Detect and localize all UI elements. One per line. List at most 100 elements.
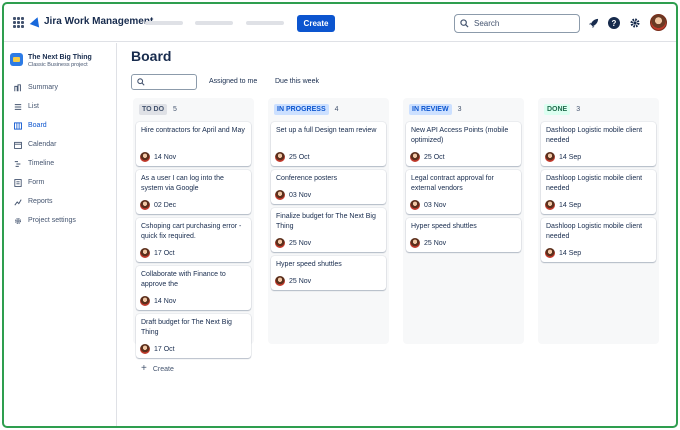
assignee-avatar[interactable] <box>410 238 420 248</box>
card-meta: 14 Sep <box>545 152 581 162</box>
board-icon <box>14 121 22 130</box>
issue-card[interactable]: Hire contractors for April and May 14 Nov <box>136 122 251 166</box>
filter-assigned-to-me[interactable]: Assigned to me <box>209 78 257 85</box>
assignee-avatar[interactable] <box>275 190 285 200</box>
issue-card[interactable]: Dashloop Logistic mobile client needed 14… <box>541 170 656 214</box>
due-date: 25 Nov <box>289 277 312 285</box>
sidebar-nav: Summary List Board Calendar Timeline Form Repo… <box>13 78 113 230</box>
sidebar-item-label: Form <box>28 179 45 186</box>
card-meta: 02 Dec <box>140 200 176 210</box>
card-title: Cshoping cart purchasing error - quick f… <box>141 223 242 240</box>
card-meta: 25 Oct <box>410 152 445 162</box>
apps-grid-icon[interactable] <box>13 17 24 28</box>
card-meta: 03 Nov <box>275 190 311 200</box>
board-column: TO DO 5 Hire contractors for April and May… <box>133 98 254 374</box>
sidebar-item-label: Calendar <box>28 141 57 148</box>
issue-card[interactable]: Hyper speed shuttles 25 Nov <box>271 256 386 290</box>
card-title: Hyper speed shuttles <box>411 223 477 230</box>
assignee-avatar[interactable] <box>410 200 420 210</box>
sidebar-item-project-settings[interactable]: Project settings <box>13 211 113 230</box>
column-status-lozenge: IN REVIEW <box>409 104 452 115</box>
project-name: The Next Big Thing <box>28 54 92 61</box>
user-avatar[interactable] <box>650 14 667 31</box>
card-meta: 14 Sep <box>545 200 581 210</box>
sidebar-item-timeline[interactable]: Timeline <box>13 154 113 173</box>
board-search-input[interactable] <box>131 74 197 90</box>
search-input[interactable]: Search <box>454 14 580 33</box>
issue-card[interactable]: Cshoping cart purchasing error - quick f… <box>136 218 251 262</box>
due-date: 25 Nov <box>424 239 447 247</box>
card-title: Dashloop Logistic mobile client needed <box>546 175 643 192</box>
card-meta: 25 Nov <box>275 238 311 248</box>
form-icon <box>14 178 22 187</box>
top-navigation-bar: Jira Work Management Create Search ? <box>4 4 676 42</box>
board-column: IN REVIEW 3 New API Access Points (mobile … <box>403 98 524 344</box>
assignee-avatar[interactable] <box>545 248 555 258</box>
sidebar-item-label: Summary <box>28 84 58 91</box>
project-header[interactable]: The Next Big Thing Classic Business proj… <box>10 53 92 68</box>
issue-card[interactable]: Legal contract approval for external ven… <box>406 170 521 214</box>
sidebar-item-calendar[interactable]: Calendar <box>13 135 113 154</box>
column-header: TO DO 5 <box>139 104 177 115</box>
issue-card[interactable]: Set up a full Design team review 25 Oct <box>271 122 386 166</box>
card-title: Draft budget for The Next Big Thing <box>141 319 232 336</box>
gear-icon <box>14 217 22 225</box>
calendar-icon <box>14 141 22 149</box>
sidebar-item-label: Board <box>28 122 47 129</box>
create-button[interactable]: Create <box>297 15 335 32</box>
rocket-icon[interactable] <box>586 16 600 30</box>
card-title: Collaborate with Finance to approve the <box>141 271 226 288</box>
assignee-avatar[interactable] <box>140 152 150 162</box>
gear-icon[interactable] <box>628 16 642 30</box>
due-date: 02 Dec <box>154 201 177 209</box>
sidebar-item-reports[interactable]: Reports <box>13 192 113 211</box>
issue-card[interactable]: Dashloop Logistic mobile client needed 14… <box>541 122 656 166</box>
nav-placeholder <box>145 21 183 25</box>
issue-card[interactable]: Finalize budget for The Next Big Thing 25… <box>271 208 386 252</box>
assignee-avatar[interactable] <box>140 200 150 210</box>
sidebar-item-summary[interactable]: Summary <box>13 78 113 97</box>
app-logo[interactable]: Jira Work Management <box>29 15 153 28</box>
create-issue-button[interactable]: + Create <box>141 364 174 374</box>
due-date: 17 Oct <box>154 249 175 257</box>
search-icon <box>460 19 469 28</box>
issue-card[interactable]: As a user I can log into the system via … <box>136 170 251 214</box>
assignee-avatar[interactable] <box>275 238 285 248</box>
card-title: New API Access Points (mobile optimized) <box>411 127 509 144</box>
sidebar-item-list[interactable]: List <box>13 97 113 116</box>
card-title: As a user I can log into the system via … <box>141 175 224 192</box>
assignee-avatar[interactable] <box>140 344 150 354</box>
issue-card[interactable]: Hyper speed shuttles 25 Nov <box>406 218 521 252</box>
card-meta: 14 Nov <box>140 296 176 306</box>
assignee-avatar[interactable] <box>275 152 285 162</box>
timeline-icon <box>14 160 22 168</box>
issue-card[interactable]: Dashloop Logistic mobile client needed 14… <box>541 218 656 262</box>
list-icon <box>14 103 22 111</box>
assignee-avatar[interactable] <box>140 296 150 306</box>
due-date: 17 Oct <box>154 345 175 353</box>
assignee-avatar[interactable] <box>545 200 555 210</box>
create-issue-label: Create <box>152 365 174 373</box>
assignee-avatar[interactable] <box>545 152 555 162</box>
sidebar-item-label: Timeline <box>28 160 55 167</box>
assignee-avatar[interactable] <box>140 248 150 258</box>
card-meta: 17 Oct <box>140 248 175 258</box>
issue-card[interactable]: Collaborate with Finance to approve the 1… <box>136 266 251 310</box>
assignee-avatar[interactable] <box>410 152 420 162</box>
card-meta: 14 Nov <box>140 152 176 162</box>
due-date: 25 Oct <box>424 153 445 161</box>
filter-due-this-week[interactable]: Due this week <box>275 78 319 85</box>
assignee-avatar[interactable] <box>275 276 285 286</box>
sidebar-item-board[interactable]: Board <box>13 116 113 135</box>
issue-card[interactable]: Conference posters 03 Nov <box>271 170 386 204</box>
card-title: Hyper speed shuttles <box>276 261 342 268</box>
issue-card[interactable]: New API Access Points (mobile optimized)… <box>406 122 521 166</box>
sidebar-item-label: Reports <box>28 198 53 205</box>
board-column: IN PROGRESS 4 Set up a full Design team re… <box>268 98 389 344</box>
due-date: 03 Nov <box>424 201 447 209</box>
sidebar-item-form[interactable]: Form <box>13 173 113 192</box>
help-icon[interactable]: ? <box>607 16 621 30</box>
column-header: IN REVIEW 3 <box>409 104 461 115</box>
due-date: 25 Oct <box>289 153 310 161</box>
issue-card[interactable]: Draft budget for The Next Big Thing 17 Oc… <box>136 314 251 358</box>
